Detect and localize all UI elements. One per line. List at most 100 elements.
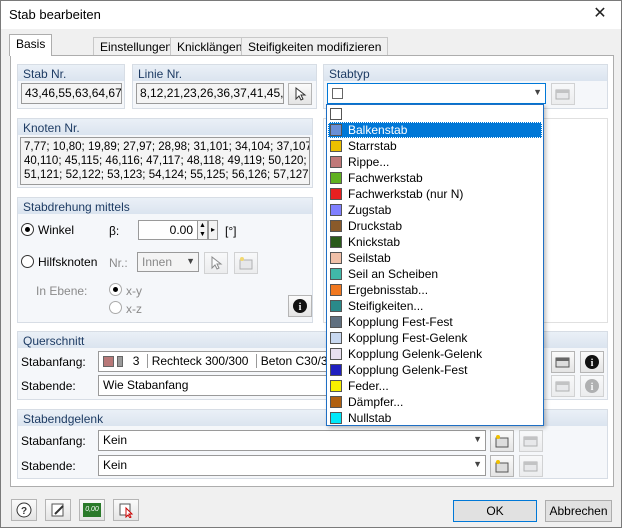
new-node-button[interactable] — [234, 252, 258, 274]
new-hinge-start-button[interactable] — [490, 430, 514, 452]
dropdown-item[interactable]: Fachwerkstab — [328, 170, 542, 186]
xy-radio[interactable] — [109, 283, 122, 296]
gelenk-stabanfang-select[interactable]: Kein ▼ — [98, 430, 486, 451]
close-icon[interactable]: ✕ — [585, 3, 615, 27]
knoten-line-3: 51,121; 52,122; 53,123; 54,124; 55,125; … — [24, 169, 310, 181]
gelenk-stabende-label: Stabende: — [21, 459, 76, 473]
section-color-swatch — [103, 356, 114, 368]
beta-spinner[interactable]: ▲ ▼ — [197, 220, 208, 240]
new-item-icon — [495, 460, 509, 473]
dropdown-item-label: Kopplung Gelenk-Gelenk — [348, 347, 483, 361]
member-type-color-swatch — [330, 300, 342, 312]
cancel-button[interactable]: Abbrechen — [545, 500, 612, 522]
edit-hinge-end-button[interactable] — [519, 455, 543, 477]
nr-select[interactable]: Innen ▼ — [137, 252, 199, 272]
info-icon: i — [293, 299, 307, 313]
dropdown-item[interactable]: Dämpfer... — [328, 394, 542, 410]
info-rotation-button[interactable]: i — [288, 295, 312, 317]
edit-hinge-start-button[interactable] — [519, 430, 543, 452]
svg-text:i: i — [591, 382, 594, 393]
dropdown-item[interactable]: Ergebnisstab... — [328, 282, 542, 298]
edit-dialog-icon — [555, 89, 570, 100]
dropdown-item-label: Druckstab — [348, 219, 403, 233]
gelenk-stabende-select[interactable]: Kein ▼ — [98, 455, 486, 476]
dropdown-item[interactable]: Seil an Scheiben — [328, 266, 542, 282]
member-type-color-swatch — [330, 236, 342, 248]
info-section-start-button[interactable]: i — [580, 351, 604, 373]
unit-label: [°] — [225, 224, 237, 238]
dropdown-item-label: Fachwerkstab (nur N) — [348, 187, 464, 201]
stabtyp-select[interactable]: ▼ — [327, 83, 546, 104]
winkel-label: Winkel — [38, 223, 75, 237]
hilfsknoten-label: Hilfsknoten — [38, 255, 98, 269]
edit-section-start-button[interactable] — [551, 351, 575, 373]
in-ebene-label: In Ebene: — [36, 284, 88, 298]
dropdown-item[interactable]: Kopplung Fest-Gelenk — [328, 330, 542, 346]
stab-nr-field[interactable]: 43,46,55,63,64,67,7 — [21, 83, 122, 104]
pointer-icon — [295, 87, 307, 101]
title-bar: Stab bearbeiten ✕ — [1, 1, 621, 29]
help-icon: ? — [16, 502, 32, 518]
nr-select-value: Innen — [142, 255, 173, 269]
member-type-color-swatch — [330, 156, 342, 168]
hilfsknoten-radio[interactable] — [21, 255, 34, 268]
tab-steifigkeiten[interactable]: Steifigkeiten modifizieren — [241, 37, 389, 55]
dropdown-item[interactable]: Kopplung Gelenk-Fest — [328, 362, 542, 378]
beta-arrow-button[interactable]: ▸ — [208, 220, 218, 240]
member-type-color-swatch — [330, 204, 342, 216]
dropdown-item[interactable]: Druckstab — [328, 218, 542, 234]
pick-line-button[interactable] — [288, 83, 312, 105]
knoten-nr-title: Knoten Nr. — [18, 119, 312, 135]
dropdown-item[interactable]: Knickstab — [328, 234, 542, 250]
dropdown-item[interactable]: Starrstab — [328, 138, 542, 154]
dropdown-item-label: Balkenstab — [348, 123, 408, 137]
member-type-color-swatch — [330, 220, 342, 232]
new-hinge-end-button[interactable] — [490, 455, 514, 477]
dropdown-item[interactable]: Rippe... — [328, 154, 542, 170]
dropdown-item-label: Nullstab — [348, 411, 392, 425]
dropdown-item[interactable] — [328, 106, 542, 122]
xz-radio[interactable] — [109, 301, 122, 314]
dropdown-item[interactable]: Steifigkeiten... — [328, 298, 542, 314]
dropdown-item[interactable]: Seilstab — [328, 250, 542, 266]
dropdown-item[interactable]: Kopplung Fest-Fest — [328, 314, 542, 330]
dropdown-item[interactable]: Fachwerkstab (nur N) — [328, 186, 542, 202]
edit-dialog-icon — [555, 381, 570, 392]
qs-stabende-select[interactable]: Wie Stabanfang — [98, 375, 334, 396]
pick-node-button[interactable] — [204, 252, 228, 274]
beta-input[interactable]: 0.00 — [138, 220, 198, 240]
tab-basis[interactable]: Basis — [9, 34, 53, 56]
comment-button[interactable] — [45, 499, 71, 521]
edit-section-end-button[interactable] — [551, 375, 575, 397]
dropdown-item-label: Dämpfer... — [348, 395, 404, 409]
calculator-button[interactable]: 0,00 — [79, 499, 105, 521]
help-button[interactable]: ? — [11, 499, 37, 521]
knoten-line-1: 7,77; 10,80; 19,89; 27,97; 28,98; 31,101… — [24, 141, 310, 153]
ok-button[interactable]: OK — [453, 500, 537, 522]
dropdown-item[interactable]: Feder... — [328, 378, 542, 394]
xz-label: x-z — [126, 302, 142, 316]
info-section-end-button[interactable]: i — [580, 375, 604, 397]
winkel-radio[interactable] — [21, 223, 34, 236]
qs-stabanfang-select[interactable]: 3 Rechteck 300/300 Beton C30/37 — [98, 351, 334, 372]
knoten-nr-field[interactable]: 7,77; 10,80; 19,89; 27,97; 28,98; 31,101… — [20, 137, 310, 185]
member-type-color-swatch — [330, 284, 342, 296]
pick-from-model-button[interactable] — [113, 499, 139, 521]
beta-label: β: — [109, 224, 120, 238]
edit-stabtyp-button[interactable] — [551, 83, 575, 105]
member-type-color-swatch — [330, 268, 342, 280]
linie-nr-field[interactable]: 8,12,21,23,26,36,37,41,45,49 — [136, 83, 284, 104]
nr-label: Nr.: — [109, 256, 128, 270]
member-type-color-swatch — [330, 332, 342, 344]
tab-einstellungen[interactable]: Einstellungen — [93, 37, 180, 55]
dropdown-item[interactable]: Zugstab — [328, 202, 542, 218]
edit-dialog-icon — [523, 461, 538, 472]
dropdown-item[interactable]: Kopplung Gelenk-Gelenk — [328, 346, 542, 362]
chevron-down-icon: ▼ — [186, 256, 195, 266]
stabtyp-color-swatch — [332, 88, 343, 100]
dropdown-item[interactable]: Balkenstab — [328, 122, 542, 138]
tab-knicklaengen[interactable]: Knicklängen — [170, 37, 250, 55]
edit-note-icon — [51, 503, 64, 517]
dropdown-item[interactable]: Nullstab — [328, 410, 542, 426]
dropdown-item-label: Kopplung Fest-Fest — [348, 315, 453, 329]
